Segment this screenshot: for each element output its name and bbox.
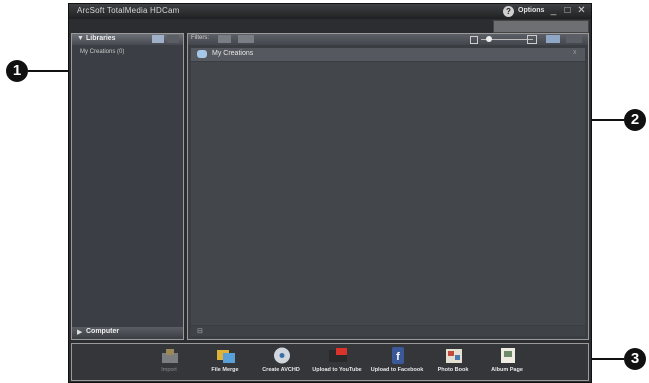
action-toolbar: Import File Merge Create AVCHD Upload to… (71, 343, 589, 381)
list-view-icon[interactable] (167, 35, 179, 43)
filters-label: Filters: (191, 35, 209, 41)
callout-1-leader (28, 70, 70, 72)
maximize-icon[interactable]: □ (561, 5, 574, 17)
collapsed-icon[interactable]: ▶ (77, 328, 82, 336)
youtube-icon (329, 348, 347, 362)
collapse-panel-icon[interactable]: ⊟ (197, 327, 203, 335)
computer-header[interactable]: ▶ Computer (72, 327, 183, 338)
app-title: ArcSoft TotalMedia HDCam (77, 6, 180, 15)
media-type-filter-dropdown[interactable] (218, 35, 231, 43)
options-button[interactable]: Options (518, 7, 544, 14)
app-window: ArcSoft TotalMedia HDCam ? Options _ □ ✕… (68, 3, 592, 383)
callout-2: 2 (624, 109, 646, 131)
file-merge-icon (217, 350, 235, 363)
expand-icon[interactable]: ▼ (77, 35, 84, 42)
library-item-my-creations[interactable]: My Creations (0) (80, 49, 124, 55)
zoom-in-icon[interactable] (527, 35, 537, 44)
photo-book-icon (446, 349, 462, 363)
detail-view-icon[interactable] (566, 35, 582, 43)
libraries-label: Libraries (86, 35, 116, 42)
thumbnail-view-icon[interactable] (152, 35, 164, 43)
disc-icon (274, 347, 290, 364)
folder-icon (197, 50, 207, 58)
computer-label: Computer (86, 328, 120, 335)
my-creations-header[interactable]: My Creations x (191, 48, 585, 61)
callout-1: 1 (6, 60, 28, 82)
media-panel: Filters: My Creations x ⊟ (187, 33, 589, 340)
library-panel: ▼ Libraries My Creations (0) ▶ Computer (71, 33, 184, 340)
album-page-button[interactable]: Album Page (472, 346, 542, 380)
import-icon (162, 349, 178, 363)
album-page-label: Album Page (491, 367, 523, 373)
svg-text:f: f (396, 351, 400, 363)
media-content-area[interactable] (191, 62, 585, 325)
close-icon[interactable]: ✕ (575, 5, 588, 17)
help-icon[interactable]: ? (503, 6, 514, 17)
grid-view-icon[interactable] (546, 35, 560, 43)
facebook-icon: f (392, 347, 404, 364)
zoom-out-icon[interactable] (470, 36, 478, 44)
minimize-icon[interactable]: _ (547, 5, 560, 17)
search-input[interactable] (493, 20, 589, 33)
section-close-icon[interactable]: x (573, 49, 577, 56)
album-page-icon (501, 348, 515, 363)
callout-3: 3 (624, 348, 646, 370)
filter-bar: Filters: (188, 34, 588, 45)
sort-filter-dropdown[interactable] (238, 35, 254, 43)
content-footer: ⊟ (191, 326, 585, 336)
libraries-header[interactable]: ▼ Libraries (72, 34, 183, 45)
my-creations-label: My Creations (212, 50, 254, 57)
title-bar[interactable]: ArcSoft TotalMedia HDCam ? Options _ □ ✕ (69, 4, 591, 19)
zoom-slider-handle[interactable] (486, 36, 492, 42)
